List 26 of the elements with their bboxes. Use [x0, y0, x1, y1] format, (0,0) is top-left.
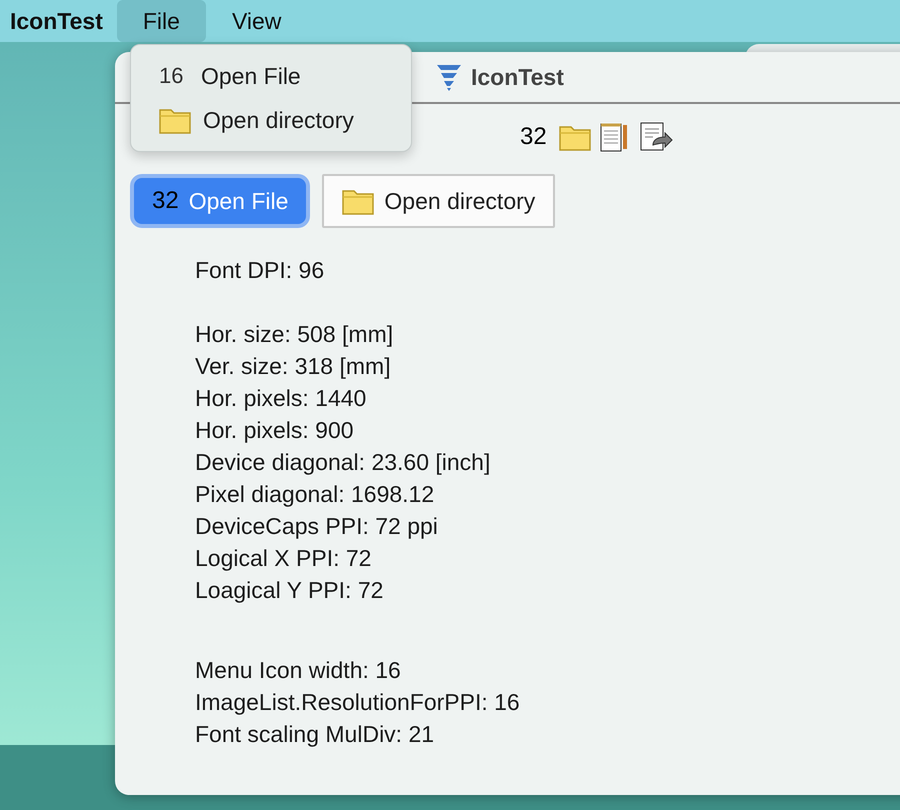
- open-file-button[interactable]: 32 Open File: [134, 178, 306, 224]
- info-line: Menu Icon width: 16: [195, 656, 402, 685]
- info-line: ImageList.ResolutionForPPI: 16: [195, 688, 521, 717]
- open-directory-button[interactable]: Open directory: [322, 174, 556, 228]
- info-line: Loagical Y PPI: 72: [195, 576, 384, 605]
- info-line: Font scaling MulDiv: 21: [195, 720, 436, 749]
- document-arrow-icon: [638, 121, 673, 153]
- info-line: DeviceCaps PPI: 72 ppi: [195, 512, 439, 541]
- info-line: Hor. pixels: 1440: [195, 384, 368, 413]
- info-line: Hor. pixels: 900: [195, 416, 355, 445]
- icon-size-label: 32: [520, 123, 547, 151]
- menu-item[interactable]: File: [116, 0, 206, 42]
- menu-entry[interactable]: Open directory: [159, 102, 399, 138]
- size-number: 32: [152, 187, 179, 215]
- info-line: Hor. size: 508 [mm]: [195, 320, 394, 349]
- window-title: IconTest: [471, 64, 564, 90]
- menu-entry[interactable]: 16 Open File: [159, 58, 399, 94]
- info-line: Font DPI: 96: [195, 256, 326, 285]
- info-line: Pixel diagonal: 1698.12: [195, 480, 436, 509]
- info-line: Logical X PPI: 72: [195, 544, 372, 573]
- info-line: Device diagonal: 23.60 [inch]: [195, 448, 492, 477]
- menu-item[interactable]: View: [206, 0, 308, 42]
- info-line: Ver. size: 318 [mm]: [195, 352, 392, 381]
- size-number: 16: [159, 63, 184, 89]
- app-name[interactable]: IconTest: [0, 8, 117, 34]
- tornado-icon: [435, 62, 463, 92]
